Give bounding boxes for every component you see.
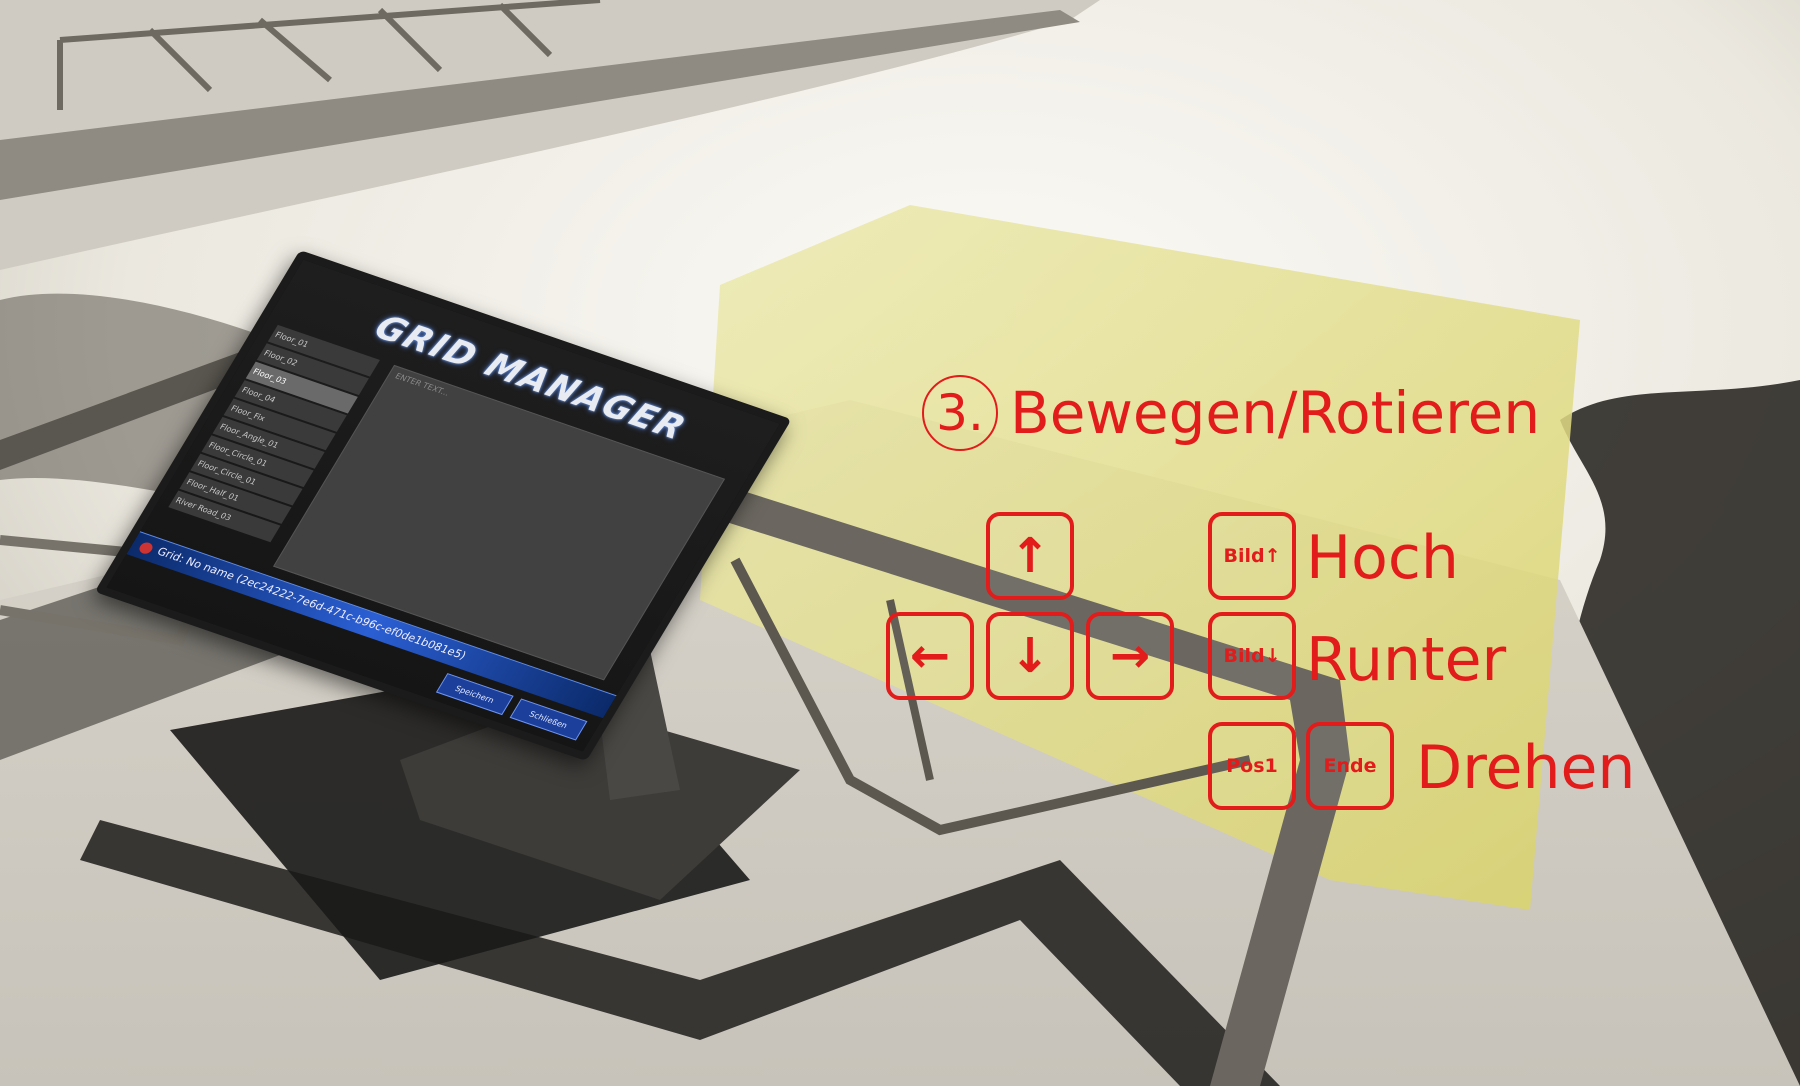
end-key-icon: Ende [1306,722,1394,810]
page-down-key-icon: Bild↓ [1208,612,1296,700]
arrow-down-key-icon: ↓ [986,612,1074,700]
down-label: Runter [1306,625,1507,695]
step-title: Bewegen/Rotieren [1010,379,1541,447]
home-key-icon: Pos1 [1208,722,1296,810]
step-heading: 3. Bewegen/Rotieren [922,375,1540,451]
preview-label: ENTER TEXT... [393,371,452,398]
arrow-up-key-icon: ↑ [986,512,1074,600]
up-label: Hoch [1306,523,1459,593]
arrow-right-key-icon: → [1086,612,1174,700]
arrow-left-key-icon: ← [886,612,974,700]
grid-status-icon [137,540,155,556]
rotate-label: Drehen [1416,733,1636,803]
step-number: 3. [922,375,998,451]
page-up-key-icon: Bild↑ [1208,512,1296,600]
